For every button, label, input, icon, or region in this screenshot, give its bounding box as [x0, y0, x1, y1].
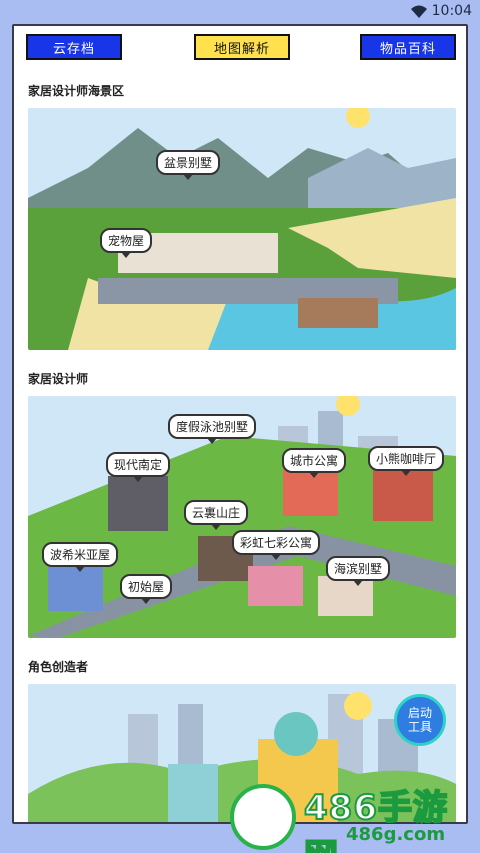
- watermark-logo-icon: [230, 784, 296, 850]
- watermark: 486手游网 486g.com: [230, 776, 480, 853]
- map-label-cloud-villa[interactable]: 云裏山庄: [184, 500, 249, 530]
- map-label-bohemian-house[interactable]: 波希米亚屋: [42, 542, 119, 572]
- launch-tool-line2: 工具: [407, 720, 432, 734]
- status-time: 10:04: [431, 3, 472, 19]
- watermark-url: 486g.com: [346, 824, 446, 845]
- seaside-map-illustration: [28, 108, 456, 350]
- map-analysis-button[interactable]: 地图解析: [194, 34, 290, 60]
- map-label-bonsai-villa[interactable]: 盆景别墅: [156, 150, 221, 180]
- map-card-seaside[interactable]: 盆景别墅 宠物屋: [28, 108, 456, 350]
- map-card-home-designer[interactable]: 度假泳池别墅 现代南定 城市公寓 小熊咖啡厅 云裏山庄 波希米亚屋 彩虹七彩公寓…: [28, 396, 456, 638]
- map-label-modern-house[interactable]: 现代南定: [106, 452, 171, 482]
- section-title-character-creator: 角色创造者: [28, 660, 89, 674]
- launch-tool-button[interactable]: 启动 工具: [394, 694, 446, 746]
- map-label-starter-house[interactable]: 初始屋: [120, 574, 173, 604]
- map-label-pool-villa[interactable]: 度假泳池别墅: [168, 414, 257, 444]
- map-label-pet-house[interactable]: 宠物屋: [100, 228, 153, 258]
- wifi-icon: [411, 5, 427, 18]
- cloud-save-button[interactable]: 云存档: [26, 34, 122, 60]
- map-label-rainbow-apartment[interactable]: 彩虹七彩公寓: [232, 530, 321, 560]
- map-label-beach-villa[interactable]: 海滨别墅: [326, 556, 391, 586]
- section-title-seaside: 家居设计师海景区: [28, 84, 125, 98]
- launch-tool-line1: 启动: [407, 706, 432, 720]
- map-label-bear-cafe[interactable]: 小熊咖啡厅: [368, 446, 445, 476]
- section-title-home-designer: 家居设计师: [28, 372, 89, 386]
- map-label-city-apartment[interactable]: 城市公寓: [282, 448, 347, 478]
- status-bar: 10:04: [0, 0, 480, 24]
- item-encyclopedia-button[interactable]: 物品百科: [360, 34, 456, 60]
